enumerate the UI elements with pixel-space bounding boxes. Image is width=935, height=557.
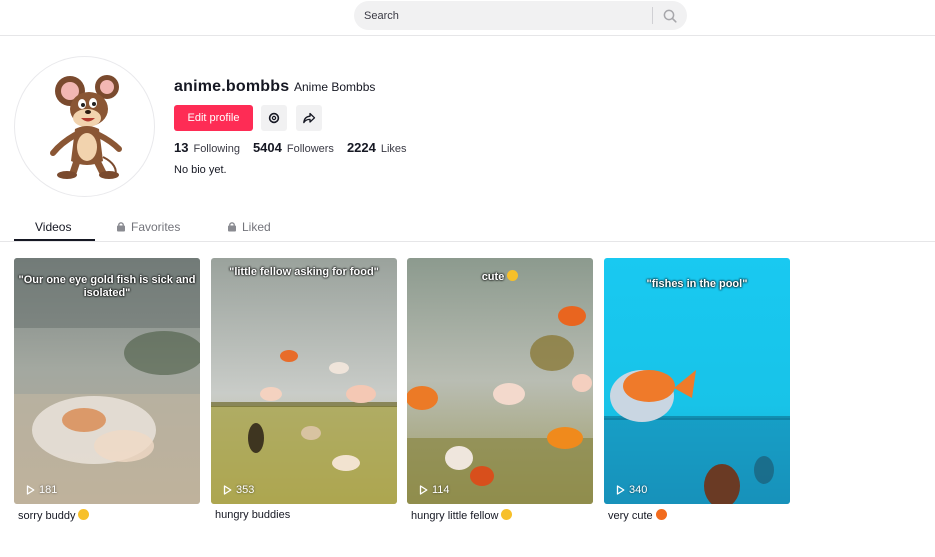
play-count: 114 — [419, 484, 450, 496]
video-overlay-text: cute — [407, 270, 593, 284]
tab-favorites[interactable]: Favorites — [116, 212, 180, 241]
tab-liked[interactable]: Liked — [227, 212, 271, 241]
tab-label: Liked — [242, 219, 271, 234]
play-count-value: 114 — [432, 484, 450, 496]
settings-button[interactable] — [261, 105, 287, 131]
stat-value: 5404 — [252, 140, 282, 155]
face-emoji-icon — [501, 509, 513, 520]
video-card[interactable]: cute 114 hungry little fellow — [407, 258, 593, 522]
video-thumbnail[interactable]: "fishes in the pool" 340 — [604, 258, 790, 504]
play-icon — [223, 485, 232, 495]
stat-label: Likes — [380, 143, 407, 155]
search-button[interactable] — [653, 1, 687, 30]
video-thumbnail[interactable]: "Our one eye gold fish is sick and isola… — [14, 258, 200, 504]
stat-label: Followers — [286, 143, 334, 155]
tab-label: Videos — [35, 219, 72, 234]
edit-profile-button[interactable]: Edit profile — [174, 105, 253, 131]
video-caption[interactable]: very cute — [608, 509, 667, 522]
gear-icon — [268, 112, 280, 124]
video-overlay-text: "fishes in the pool" — [646, 278, 748, 290]
profile-nickname: Anime Bombbs — [294, 80, 376, 94]
video-caption[interactable]: hungry buddies — [215, 509, 290, 521]
video-thumbnail[interactable]: "little fellow asking for food" 353 — [211, 258, 397, 504]
stat-value: 2224 — [346, 140, 376, 155]
profile-stats: 13 Following 5404 Followers 2224 Likes — [174, 140, 407, 155]
search-input[interactable] — [354, 1, 652, 30]
video-overlay-text: "Our one eye gold fish is sick and isola… — [18, 274, 196, 299]
avatar — [14, 56, 155, 197]
active-tab-indicator — [14, 239, 95, 241]
play-icon — [419, 485, 428, 495]
video-caption[interactable]: sorry buddy — [18, 509, 90, 522]
video-card[interactable]: "Our one eye gold fish is sick and isola… — [14, 258, 200, 522]
overlay-text: cute — [481, 271, 505, 283]
play-icon — [26, 485, 35, 495]
stat-followers[interactable]: 5404 Followers — [253, 140, 334, 155]
video-card[interactable]: "fishes in the pool" 340 very cute — [604, 258, 790, 522]
face-emoji-icon — [507, 270, 519, 281]
play-count-value: 353 — [236, 484, 255, 496]
search-bar[interactable] — [354, 1, 687, 30]
lock-icon — [117, 222, 125, 232]
play-icon — [616, 485, 625, 495]
stat-likes: 2224 Likes — [347, 140, 407, 155]
profile-bio: No bio yet. — [174, 164, 227, 176]
video-overlay-text: "little fellow asking for food" — [229, 266, 379, 278]
video-card[interactable]: "little fellow asking for food" 353 hung… — [211, 258, 397, 521]
stat-following[interactable]: 13 Following — [174, 140, 240, 155]
caption-text: very cute — [608, 510, 653, 522]
stat-label: Following — [193, 143, 240, 155]
face-emoji-icon — [655, 509, 667, 520]
video-caption[interactable]: hungry little fellow — [411, 509, 513, 522]
profile-username: anime.bombbs — [174, 78, 290, 95]
lock-icon — [228, 222, 236, 232]
face-emoji-icon — [78, 509, 90, 520]
search-icon — [663, 9, 677, 23]
share-arrow-icon — [303, 112, 316, 124]
stat-value: 13 — [174, 140, 189, 155]
caption-text: sorry buddy — [18, 510, 76, 522]
caption-text: hungry buddies — [215, 509, 291, 521]
play-count: 353 — [223, 484, 254, 496]
profile-tabs: Videos Favorites Liked — [0, 212, 935, 242]
play-count: 340 — [616, 484, 647, 496]
tab-videos[interactable]: Videos — [35, 212, 71, 241]
play-count-value: 340 — [629, 484, 648, 496]
top-bar — [0, 0, 935, 36]
play-count: 181 — [26, 484, 57, 496]
video-thumbnail[interactable]: cute 114 — [407, 258, 593, 504]
share-button[interactable] — [296, 105, 322, 131]
play-count-value: 181 — [39, 484, 58, 496]
tab-label: Favorites — [131, 219, 181, 234]
caption-text: hungry little fellow — [411, 510, 499, 522]
